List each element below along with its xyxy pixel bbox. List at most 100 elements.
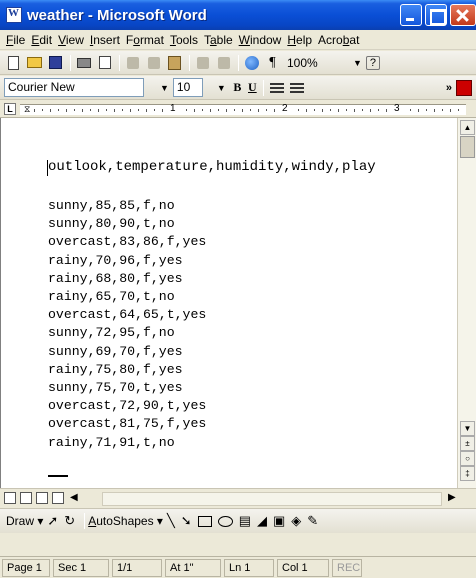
print-layout-view-icon[interactable] — [36, 492, 48, 504]
chevron-down-icon[interactable]: ▼ — [353, 58, 362, 68]
document-row[interactable]: overcast,81,75,f,yes — [48, 416, 206, 431]
free-rotate-icon[interactable]: ↻ — [64, 513, 75, 529]
paste-button[interactable] — [165, 54, 184, 72]
horizontal-scroll-track[interactable] — [102, 492, 442, 506]
arrow-icon[interactable]: ➘ — [181, 513, 192, 529]
scroll-thumb[interactable] — [460, 136, 475, 158]
copy-button[interactable] — [144, 54, 163, 72]
menu-item-view[interactable]: View — [58, 33, 84, 47]
next-page-icon[interactable]: ‡ — [460, 466, 475, 481]
toolbar-options-icon[interactable]: » — [446, 82, 452, 94]
print-preview-button[interactable] — [95, 54, 114, 72]
ruler-strip[interactable]: ⧖ 1 2 3 — [20, 103, 466, 115]
chevron-down-icon[interactable]: ▼ — [160, 83, 169, 93]
zoom-select[interactable]: 100% — [287, 56, 349, 70]
oval-icon[interactable] — [217, 515, 233, 527]
draw-menu-button[interactable]: Draw ▾ — [6, 514, 43, 528]
cut-button[interactable] — [123, 54, 142, 72]
normal-view-icon[interactable] — [4, 492, 16, 504]
undo-icon — [196, 56, 209, 69]
underline-button[interactable]: U — [245, 80, 260, 95]
print-button[interactable] — [74, 54, 93, 72]
pdf-icon[interactable] — [456, 79, 472, 96]
font-name-select[interactable]: Courier New — [4, 78, 144, 97]
insert-hyperlink-button[interactable] — [242, 54, 261, 72]
rectangle-icon[interactable] — [197, 515, 212, 527]
bold-button[interactable]: B — [230, 80, 245, 95]
toolbar-divider — [84, 513, 86, 529]
line-icon[interactable]: ╲ — [167, 513, 175, 529]
menu-label-part: elp — [296, 32, 313, 47]
font-size-select[interactable]: 10 — [172, 78, 203, 97]
floppy-disk-icon — [49, 56, 62, 69]
status-record-macro[interactable]: REC — [332, 558, 362, 577]
document-row[interactable]: rainy,70,96,f,yes — [48, 253, 183, 268]
document-row[interactable]: rainy,68,80,f,yes — [48, 271, 183, 286]
minimize-button[interactable] — [400, 4, 422, 26]
tab-selector[interactable]: L — [4, 103, 16, 115]
wordart-icon[interactable]: ◢ — [257, 513, 267, 529]
scroll-down-icon[interactable]: ▼ — [460, 421, 475, 436]
scroll-left-icon[interactable]: ◀ — [70, 492, 78, 503]
document-row[interactable]: sunny,75,70,t,yes — [48, 380, 183, 395]
window-title: weather - Microsoft Word — [27, 6, 207, 24]
undo-button[interactable] — [193, 54, 212, 72]
new-document-button[interactable] — [4, 54, 23, 72]
align-center-icon[interactable] — [289, 82, 304, 93]
ruler-tick — [450, 109, 451, 112]
maximize-button[interactable] — [425, 4, 447, 26]
select-objects-icon[interactable]: ➚ — [47, 513, 58, 529]
align-left-icon[interactable] — [269, 82, 284, 93]
document-row[interactable]: rainy,65,70,t,no — [48, 289, 175, 304]
menu-item-file[interactable]: File — [6, 33, 25, 47]
vertical-scrollbar[interactable]: ▲ ▼ ± ○ ‡ — [457, 118, 476, 488]
web-layout-view-icon[interactable] — [20, 492, 32, 504]
menu-item-window[interactable]: Window — [239, 33, 282, 47]
save-button[interactable] — [46, 54, 65, 72]
menu-label-part: indow — [249, 32, 282, 47]
ruler-tick — [386, 109, 387, 112]
menu-item-format[interactable]: Format — [126, 33, 164, 47]
document-header-line[interactable]: outlook,temperature,humidity,windy,play — [48, 159, 376, 175]
document-row[interactable]: sunny,69,70,f,yes — [48, 344, 183, 359]
line-color-icon[interactable]: ✎ — [307, 513, 318, 529]
document-row[interactable]: rainy,75,80,f,yes — [48, 362, 183, 377]
fill-color-icon[interactable]: ◈ — [291, 513, 301, 529]
document-row[interactable]: sunny,80,90,t,no — [48, 216, 175, 231]
ruler-tick — [410, 109, 411, 111]
previous-page-icon[interactable]: ± — [460, 436, 475, 451]
redo-button[interactable] — [214, 54, 233, 72]
autoshapes-menu-button[interactable]: AutoShapes ▾ — [88, 514, 163, 528]
word-document-icon[interactable] — [6, 7, 22, 23]
document-row[interactable]: rainy,71,91,t,no — [48, 435, 175, 450]
close-button[interactable] — [450, 4, 476, 26]
menu-item-tools[interactable]: Tools — [170, 33, 198, 47]
menu-item-edit[interactable]: Edit — [31, 33, 52, 47]
menu-item-acrobat[interactable]: Acrobat — [318, 33, 359, 47]
scroll-right-icon[interactable]: ▶ — [448, 492, 456, 503]
scroll-up-icon[interactable]: ▲ — [460, 120, 475, 135]
open-button[interactable] — [25, 54, 44, 72]
text-box-icon[interactable]: ▤ — [239, 513, 251, 529]
outline-view-icon[interactable] — [52, 492, 64, 504]
document-page[interactable]: outlook,temperature,humidity,windy,play … — [0, 118, 457, 488]
select-browse-object-icon[interactable]: ○ — [460, 451, 475, 466]
ruler-tick — [258, 109, 259, 112]
menu-item-help[interactable]: Help — [287, 33, 312, 47]
chevron-down-icon[interactable]: ▼ — [217, 83, 226, 93]
document-row[interactable]: overcast,83,86,f,yes — [48, 234, 206, 249]
menu-label-part: at — [349, 32, 360, 47]
document-row[interactable]: overcast,72,90,t,yes — [48, 398, 206, 413]
document-row[interactable]: sunny,72,95,f,no — [48, 325, 175, 340]
menu-item-table[interactable]: Table — [204, 33, 233, 47]
show-hide-button[interactable]: ¶ — [263, 54, 282, 72]
indent-marker-icon[interactable]: ⧖ — [24, 104, 30, 115]
ruler-number: 1 — [170, 103, 176, 114]
clip-art-icon[interactable]: ▣ — [273, 513, 285, 529]
document-row[interactable]: sunny,85,85,f,no — [48, 198, 175, 213]
ruler-tick — [42, 109, 43, 111]
help-icon[interactable]: ? — [365, 55, 380, 70]
document-row[interactable]: overcast,64,65,t,yes — [48, 307, 206, 322]
ruler-tick — [138, 109, 139, 111]
menu-item-insert[interactable]: Insert — [90, 33, 120, 47]
